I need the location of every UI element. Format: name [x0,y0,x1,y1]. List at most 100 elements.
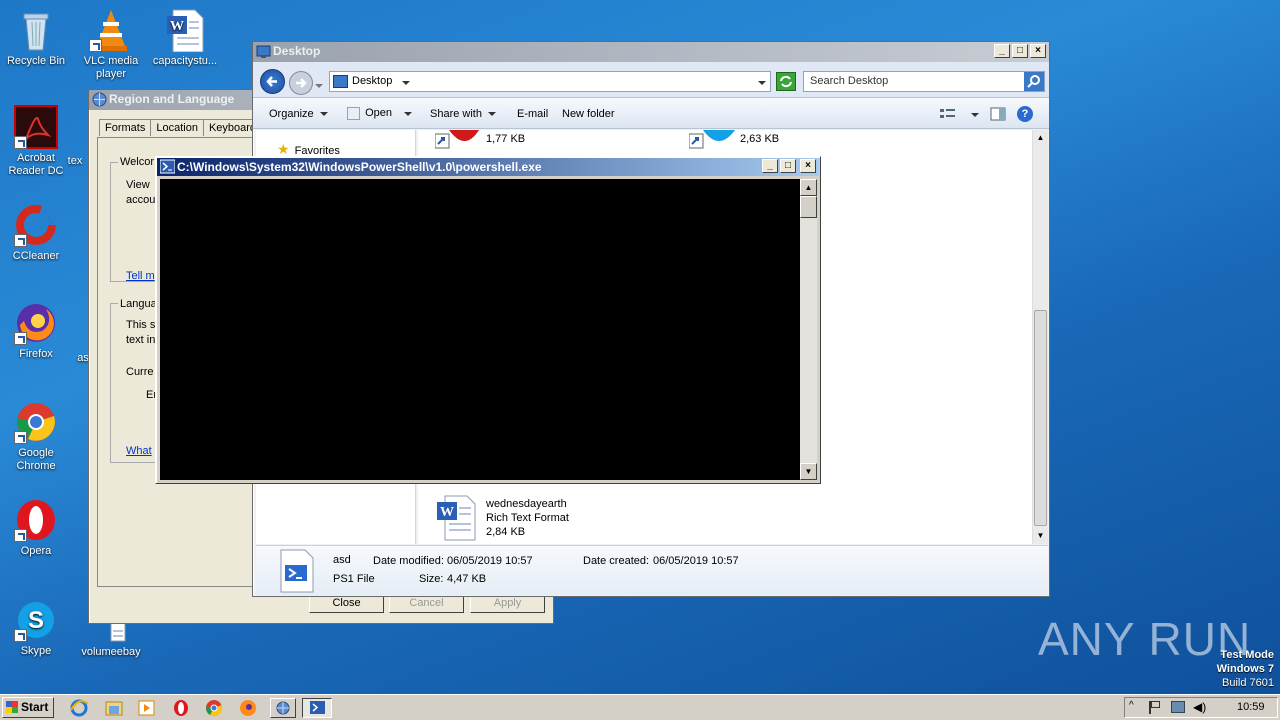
skype-icon: S [14,598,58,642]
chevron-down-icon [403,111,412,116]
tab-formats[interactable]: Formats [99,119,152,136]
language-group-label: Langua [118,298,159,310]
internet-explorer-icon[interactable] [68,698,90,718]
details-filetype: PS1 File [333,573,375,585]
desktop-icon-recycle-bin[interactable]: Recycle Bin [1,8,71,68]
firefox-taskbar-icon[interactable] [237,698,259,718]
new-folder-button[interactable]: New folder [562,108,615,120]
shortcut-arrow-icon [89,39,102,52]
region-language-taskbar-icon[interactable] [270,698,296,718]
desktop-icon-label: volumeebay [81,646,141,658]
media-player-icon[interactable] [136,698,158,718]
desktop-icon-opera[interactable]: Opera [1,498,71,558]
shortcut-arrow-icon [14,136,27,149]
powershell-titlebar[interactable]: C:\Windows\System32\WindowsPowerShell\v1… [157,158,819,176]
test-mode-line2: Windows 7 [1216,663,1274,675]
powershell-taskbar-icon[interactable] [302,698,332,718]
console-scrollbar[interactable]: ▲ ▼ [800,179,817,480]
minimize-button[interactable]: _ [762,159,778,173]
powershell-window[interactable]: C:\Windows\System32\WindowsPowerShell\v1… [155,156,821,484]
ccleaner-icon [14,203,58,247]
opera-taskbar-icon[interactable] [170,698,192,718]
history-dropdown[interactable] [315,80,323,92]
view-dropdown[interactable] [965,109,979,121]
open-icon [347,107,360,120]
refresh-button[interactable] [776,72,796,91]
address-text: Desktop [352,75,393,87]
search-icon-button[interactable] [1024,72,1044,91]
chrome-taskbar-icon[interactable] [203,698,225,718]
desktop-icon-firefox[interactable]: Firefox [1,301,71,361]
shortcut-arrow-icon [14,629,27,642]
desktop-icon-capacitystu[interactable]: W capacitystu... [150,8,220,68]
word-document-icon: W [163,8,207,53]
search-input[interactable]: Search Desktop [810,75,888,87]
chevron-down-icon [319,112,328,117]
help-button[interactable]: ? [1017,106,1033,122]
cancel-button[interactable]: Cancel [389,595,464,613]
chrome-icon [14,400,58,444]
open-label: Open [365,107,392,120]
scroll-thumb[interactable] [1034,310,1047,526]
network-icon[interactable] [1171,701,1185,713]
scroll-up-arrow[interactable]: ▲ [1033,130,1048,146]
search-field[interactable]: Search Desktop [803,71,1045,92]
forward-arrow-icon [296,78,307,88]
console-scroll-up[interactable]: ▲ [800,179,817,196]
desktop-icon-label: Firefox [19,348,53,360]
desktop-icon-skype[interactable]: S Skype [1,598,71,658]
tray-expand-icon[interactable]: ^ [1129,700,1134,711]
details-created-value: 06/05/2019 10:57 [653,555,739,567]
region-tabs: Formats Location Keyboard [99,119,263,136]
desktop-icon-ccleaner[interactable]: CCleaner [1,203,71,263]
console-scroll-down[interactable]: ▼ [800,463,817,480]
clock[interactable]: 10:59 [1237,701,1265,713]
action-center-flag-icon[interactable] [1149,701,1161,714]
address-crumb-dropdown[interactable] [396,77,410,89]
what-link[interactable]: What [126,445,152,457]
email-button[interactable]: E-mail [517,108,548,120]
desktop-icon-label: Skype [20,645,52,657]
desktop-folder-icon [256,44,271,59]
powershell-icon [159,159,176,174]
apply-button[interactable]: Apply [470,595,545,613]
view-options-button[interactable] [939,107,957,124]
organize-button[interactable]: Organize [269,108,328,120]
file-explorer-icon[interactable] [103,698,125,718]
details-modified-label: Date modified: [373,555,444,567]
console-area[interactable] [160,179,800,480]
close-button[interactable]: Close [309,595,384,613]
scroll-down-arrow[interactable]: ▼ [1033,528,1048,544]
start-button[interactable]: Start [2,697,54,718]
powershell-title: C:\Windows\System32\WindowsPowerShell\v1… [177,160,542,174]
console-scroll-thumb[interactable] [800,196,817,218]
view-list-icon [940,109,955,118]
chevron-down-icon [487,112,496,117]
close-window-button[interactable]: × [1030,44,1046,58]
star-icon: ★ [277,141,290,157]
desktop-icon-label: capacitystu... [152,55,218,67]
desktop-icon-vlc[interactable]: VLC media player [76,8,146,81]
open-button[interactable]: Open [347,107,412,120]
tab-location[interactable]: Location [151,119,204,136]
vertical-scrollbar[interactable]: ▲ ▼ [1032,130,1048,544]
svg-text:W: W [170,19,184,34]
desktop-icon-label: Acrobat Reader DC [8,152,64,177]
maximize-button[interactable]: □ [1012,44,1028,58]
test-mode-line1: Test Mode [1220,649,1274,661]
minimize-button[interactable]: _ [994,44,1010,58]
address-dropdown[interactable] [752,77,766,89]
firefox-icon [14,301,58,345]
volume-icon[interactable]: ◀) [1193,700,1206,714]
close-window-button[interactable]: × [800,159,816,173]
address-bar[interactable]: Desktop [329,71,771,92]
tell-me-link[interactable]: Tell m [126,270,155,282]
maximize-button[interactable]: □ [780,159,796,173]
explorer-titlebar[interactable]: Desktop _ □ × [253,42,1049,62]
back-button[interactable] [260,69,285,94]
share-with-button[interactable]: Share with [430,108,496,120]
desktop-icon-chrome[interactable]: Google Chrome [1,400,71,473]
preview-pane-button[interactable] [990,107,1006,124]
desktop-icon-tex[interactable]: tex [60,155,90,168]
forward-button[interactable] [289,71,313,95]
